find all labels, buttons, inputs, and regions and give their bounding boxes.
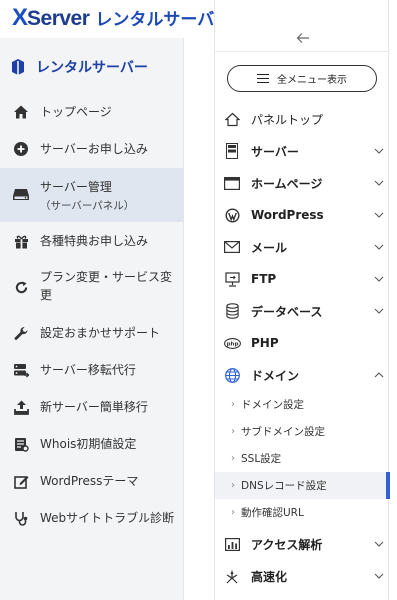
chevron-down-icon [368, 212, 390, 218]
subitem-operation-check-url[interactable]: › 動作確認URL [215, 499, 390, 526]
chevron-down-icon [368, 148, 390, 154]
chevron-down-icon [368, 541, 390, 547]
sidebar-item-label: プラン変更・サービス変 [40, 270, 173, 284]
subitem-ssl-settings[interactable]: › SSL設定 [215, 445, 390, 472]
sidebar-item-sublabel: （サーバーパネル） [40, 200, 135, 212]
wrench-icon [12, 324, 30, 342]
browser-icon [223, 174, 241, 192]
chevron-down-icon [368, 180, 390, 186]
panel-item-speedup[interactable]: 高速化 [215, 560, 390, 592]
server-icon [223, 142, 241, 160]
hamburger-icon [257, 73, 269, 84]
caret-right-icon: › [231, 399, 235, 410]
panel-item-php[interactable]: php PHP [215, 327, 390, 359]
chevron-down-icon [368, 244, 390, 250]
panel-item-mail[interactable]: メール [215, 231, 390, 263]
stethoscope-icon [12, 509, 30, 527]
sidebar-header[interactable]: レンタルサーバー [0, 38, 184, 96]
whois-icon [12, 435, 30, 453]
panel-item-homepage[interactable]: ホームページ [215, 167, 390, 199]
chevron-down-icon [368, 573, 390, 579]
sidebar-item-label-cont: 更 [40, 288, 53, 302]
sidebar-item-whois[interactable]: Whois初期値設定 [0, 435, 184, 455]
panel-item-database[interactable]: データベース [215, 295, 390, 327]
sidebar-item-server-apply[interactable]: サーバーお申し込み [0, 140, 184, 160]
wordpress-icon [223, 206, 241, 224]
sidebar: レンタルサーバー トップページ サーバーお申し込み サーバー管理 （サーバーパネ… [0, 38, 184, 600]
panel-item-ftp[interactable]: FTP [215, 263, 390, 295]
analytics-icon [223, 535, 241, 553]
upload-icon [12, 398, 30, 416]
panel-item-panel-top[interactable]: パネルトップ [215, 103, 390, 135]
edit-icon [12, 472, 30, 490]
caret-right-icon: › [231, 480, 235, 491]
panel-item-wordpress[interactable]: WordPress [215, 199, 390, 231]
speed-icon [223, 567, 241, 585]
plus-circle-icon [12, 140, 30, 158]
all-menu-button[interactable]: 全メニュー表示 [227, 65, 377, 92]
chevron-up-icon [368, 372, 390, 378]
globe-icon [223, 366, 241, 384]
caret-right-icon: › [231, 426, 235, 437]
home-icon [12, 103, 30, 121]
caret-right-icon: › [231, 453, 235, 464]
sidebar-item-special-offers[interactable]: 各種特典お申し込み [0, 232, 184, 252]
sidebar-item-top-page[interactable]: トップページ [0, 103, 184, 123]
server-drive-icon [12, 185, 30, 203]
sidebar-item-site-diagnosis[interactable]: Webサイトトラブル診断 [0, 509, 184, 529]
server-transfer-icon [12, 361, 30, 379]
arrow-left-icon [296, 33, 309, 43]
subitem-domain-settings[interactable]: › ドメイン設定 [215, 391, 390, 418]
subitem-subdomain-settings[interactable]: › サブドメイン設定 [215, 418, 390, 445]
subitem-dns-record-settings[interactable]: › DNSレコード設定 [215, 472, 390, 499]
cube-icon [12, 59, 24, 75]
chevron-down-icon [368, 276, 390, 282]
back-button[interactable] [215, 26, 390, 52]
caret-right-icon: › [231, 507, 235, 518]
sidebar-item-wordpress-theme[interactable]: WordPressテーマ [0, 472, 184, 492]
sidebar-item-plan-change[interactable]: プラン変更・サービス変 更 [0, 268, 184, 308]
mail-icon [223, 238, 241, 256]
chevron-down-icon [368, 308, 390, 314]
panel-item-server[interactable]: サーバー [215, 135, 390, 167]
server-panel-menu: 全メニュー表示 パネルトップ サーバー ホームページ WordPress メール [214, 0, 390, 600]
sidebar-item-label: サーバー管理 [40, 180, 112, 194]
sidebar-item-server-transfer[interactable]: サーバー移転代行 [0, 361, 184, 381]
home-outline-icon [223, 110, 241, 128]
sidebar-item-setup-support[interactable]: 設定おまかせサポート [0, 324, 184, 344]
panel-item-domain[interactable]: ドメイン [215, 359, 390, 391]
gift-icon [12, 232, 30, 250]
ftp-monitor-icon [223, 270, 241, 288]
panel-item-access-analytics[interactable]: アクセス解析 [215, 528, 390, 560]
xserver-logo[interactable]: XServer レンタルサーバー [12, 4, 231, 32]
svg-text:php: php [226, 341, 238, 347]
sidebar-title: レンタルサーバー [36, 60, 148, 76]
sidebar-item-easy-migration[interactable]: 新サーバー簡単移行 [0, 398, 184, 418]
database-icon [223, 302, 241, 320]
sidebar-item-server-management[interactable]: サーバー管理 （サーバーパネル） [0, 168, 184, 222]
php-icon: php [223, 334, 241, 352]
refresh-icon [12, 278, 30, 296]
